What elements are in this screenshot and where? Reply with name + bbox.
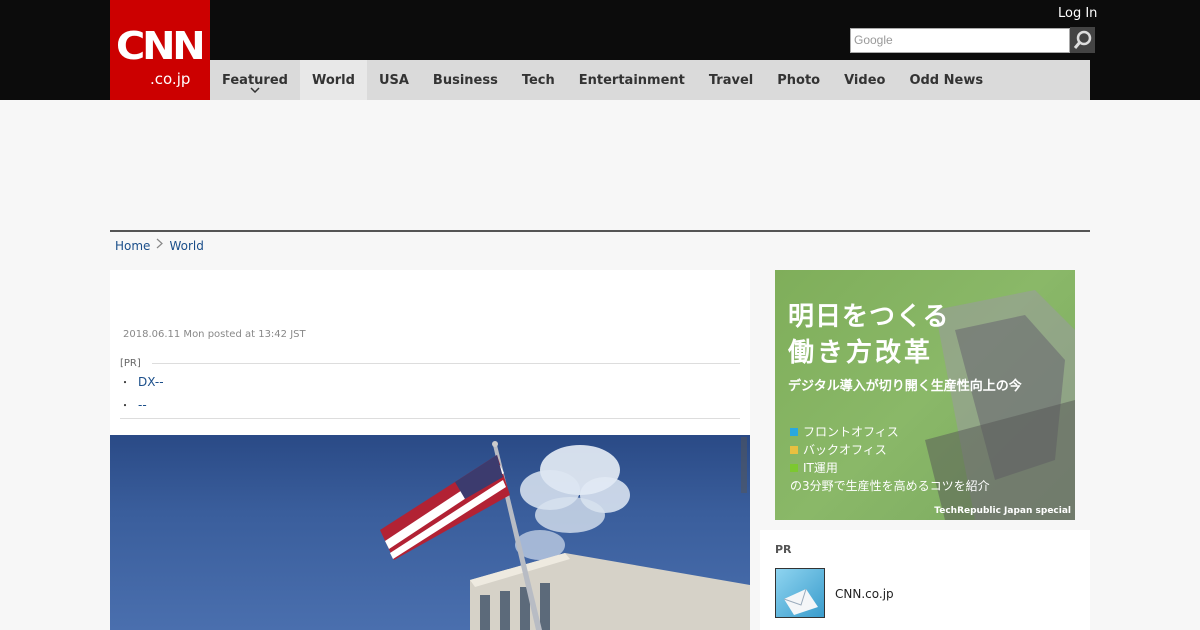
pr-divider (152, 363, 740, 364)
nav-label: USA (378, 72, 409, 88)
article-photo (110, 435, 750, 630)
search-input[interactable]: Google (850, 28, 1070, 53)
chevron-down-icon (250, 86, 260, 96)
nav-odd-news[interactable]: Odd News (897, 60, 995, 100)
pr-heading: PR (775, 543, 792, 556)
ad-subhead: デジタル導入が切り開く生産性向上の今 (788, 379, 1022, 394)
nav-label: Video (844, 72, 886, 88)
chevron-right-icon (156, 238, 164, 253)
pr-box: PR CNN.co.jp (760, 530, 1090, 630)
ad-list-item: フロントオフィス (790, 423, 990, 441)
nav-featured[interactable]: Featured (210, 60, 300, 100)
search-button[interactable] (1070, 27, 1095, 53)
nav-label: Photo (777, 72, 821, 88)
ad-sponsor: TechRepublic Japan special (934, 506, 1071, 516)
pr-link[interactable]: DX-- (138, 375, 164, 389)
article-header: 2018.06.11 Mon posted at 13:42 JST [PR] … (110, 270, 750, 435)
pr-name-link[interactable]: CNN.co.jp (835, 587, 894, 601)
nav-business[interactable]: Business (421, 60, 510, 100)
login-link[interactable]: Log In (1058, 6, 1097, 21)
pr-link[interactable]: -- (138, 398, 147, 412)
square-icon (790, 428, 798, 436)
logo-subtext: .co.jp (150, 70, 191, 88)
cnn-logo[interactable]: CNN .co.jp (110, 0, 210, 100)
photo-credit (741, 437, 747, 493)
nav-tech[interactable]: Tech (510, 60, 567, 100)
nav-world[interactable]: World (299, 60, 367, 100)
nav-photo[interactable]: Photo (765, 60, 832, 100)
pr-list-item: ・ DX-- (120, 374, 164, 390)
pr-divider (120, 418, 740, 419)
flag-building-image (380, 441, 750, 630)
breadcrumb-home[interactable]: Home (115, 239, 150, 253)
ad-item-label: バックオフィス (803, 443, 887, 457)
nav-travel[interactable]: Travel (697, 60, 765, 100)
posted-timestamp: 2018.06.11 Mon posted at 13:42 JST (123, 329, 306, 340)
square-icon (790, 446, 798, 454)
ad-list: フロントオフィス バックオフィス IT運用 の3分野で生産性を高めるコツを紹介 (790, 423, 990, 495)
ad-item-label: の3分野で生産性を高めるコツを紹介 (790, 479, 990, 493)
envelope-icon (783, 588, 818, 615)
site-header: CNN .co.jp Log In Google Featured World … (0, 0, 1200, 100)
ad-headline-1: 明日をつくる (788, 302, 950, 332)
search-icon (1073, 30, 1091, 49)
section-divider (110, 230, 1090, 232)
ad-list-item: IT運用 (790, 459, 990, 477)
pr-list-item: ・ -- (120, 397, 147, 413)
nav-usa[interactable]: USA (367, 60, 421, 100)
bullet-icon: ・ (120, 401, 130, 412)
nav-entertainment[interactable]: Entertainment (567, 60, 697, 100)
nav-label: Business (432, 72, 498, 88)
ad-list-item: バックオフィス (790, 441, 990, 459)
nav-label: Entertainment (578, 72, 685, 88)
bullet-icon: ・ (120, 378, 130, 389)
ad-list-item: の3分野で生産性を高めるコツを紹介 (790, 477, 990, 495)
square-icon (790, 464, 798, 472)
ad-headline-2: 働き方改革 (788, 338, 934, 368)
nav-label: World (311, 72, 355, 88)
ad-banner[interactable]: 明日をつくる 働き方改革 デジタル導入が切り開く生産性向上の今 フロントオフィス… (775, 270, 1075, 520)
breadcrumb: Home World (115, 238, 204, 253)
nav-label: Tech (521, 72, 555, 88)
ad-item-label: フロントオフィス (803, 425, 899, 439)
breadcrumb-world[interactable]: World (169, 239, 203, 253)
pr-thumbnail[interactable] (775, 568, 825, 618)
pr-label: [PR] (120, 358, 141, 369)
nav-video[interactable]: Video (832, 60, 897, 100)
ad-item-label: IT運用 (803, 461, 838, 475)
main-nav: Featured World USA Business Tech Enterta… (210, 60, 1090, 100)
nav-label: Odd News (909, 72, 984, 88)
nav-label: Travel (708, 72, 754, 88)
logo-text: CNN (115, 24, 206, 68)
